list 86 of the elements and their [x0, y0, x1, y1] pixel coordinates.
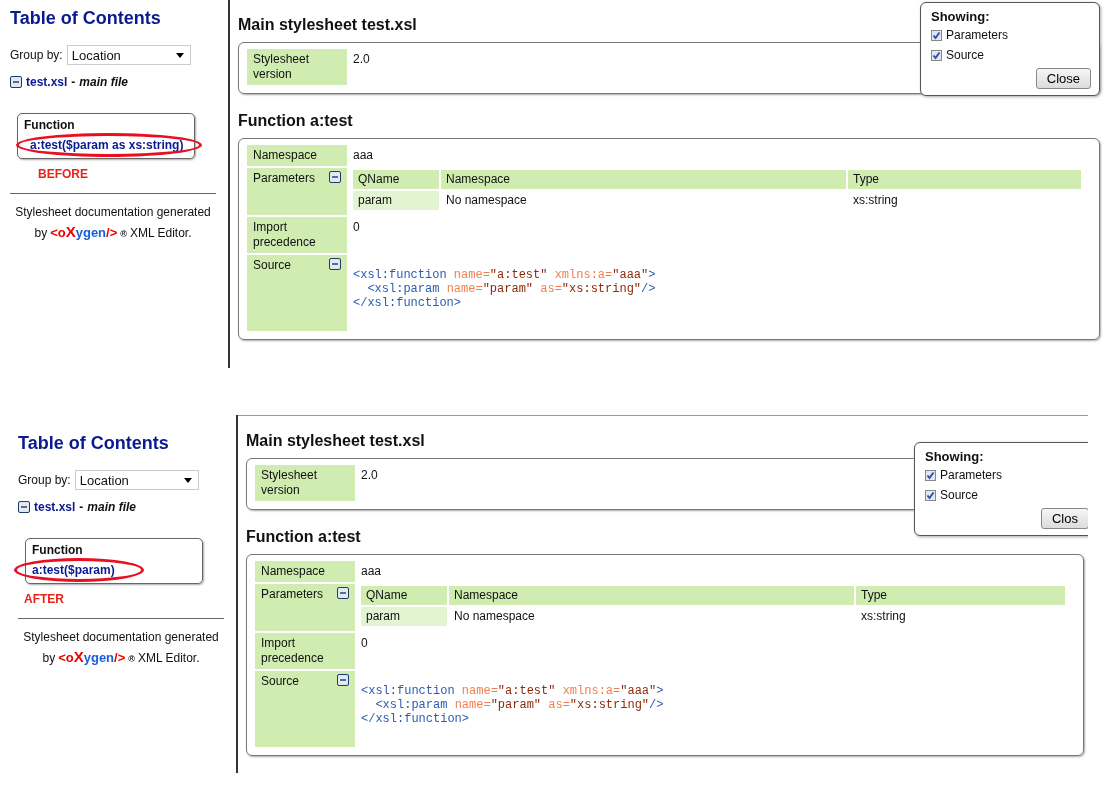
group-by-select[interactable]: Location [66, 45, 191, 65]
popup-title: Showing: [931, 9, 991, 24]
registered-mark: ® [128, 653, 135, 666]
code-line: <xsl:param name="param" as="xs:string"/> [374, 698, 665, 712]
table-cell-text: xs:string [852, 192, 899, 209]
footer-suffix: XML Editor. [137, 650, 200, 667]
close-button[interactable]: Close [1035, 68, 1091, 89]
file-link[interactable]: test.xsl [26, 75, 68, 89]
footer-by: by [42, 650, 56, 667]
property-label: Source [253, 258, 292, 273]
group-by-label: Group by: [10, 48, 63, 62]
caret-icon [183, 477, 192, 483]
table-cell-text: No namespace [453, 608, 536, 625]
property-label: Import precedence [247, 217, 347, 253]
logo[interactable]: <oXygen/> [50, 222, 118, 243]
checkbox-label[interactable]: Source [940, 488, 979, 502]
property-label: Namespace [255, 561, 355, 582]
code-line: <xsl:function name="a:test" xmlns:a="aaa"> [353, 268, 657, 282]
column-header: QName [361, 586, 447, 605]
column-header: Type [856, 586, 1065, 605]
property-label: Source [261, 674, 300, 689]
file-description: main file [87, 500, 137, 514]
checkbox[interactable] [931, 29, 942, 41]
property-label: Import precedence [255, 633, 355, 669]
property-value: 0 [353, 220, 360, 234]
file-link[interactable]: test.xsl [34, 500, 76, 514]
function-heading: Function a:test [246, 528, 362, 546]
registered-mark: ® [120, 228, 127, 241]
footer-suffix: XML Editor. [129, 225, 192, 242]
code-line: <xsl:param name="param" as="xs:string"/> [366, 282, 657, 296]
checkbox-label[interactable]: Parameters [946, 28, 1009, 42]
property-label: Stylesheet version [247, 49, 347, 85]
table-cell-text: xs:string [860, 608, 907, 625]
separator-dash: - [71, 75, 76, 89]
property-label: Parameters [253, 171, 316, 186]
property-label: Parameters [261, 587, 324, 602]
function-card-title: Function [32, 543, 84, 557]
property-value: aaa [361, 564, 382, 578]
property-value: aaa [353, 148, 374, 162]
footer-text: Stylesheet documentation generated [22, 629, 220, 646]
column-header: Type [848, 170, 1081, 189]
column-header: Namespace [441, 170, 846, 189]
close-button[interactable]: Clos [1041, 508, 1088, 529]
separator-dash: - [79, 500, 84, 514]
footer-text: Stylesheet documentation generated [14, 204, 212, 221]
function-heading: Function a:test [238, 112, 354, 130]
checkbox-label[interactable]: Source [946, 48, 985, 62]
code-line: </xsl:function> [361, 712, 471, 726]
property-value: 0 [361, 636, 368, 650]
property-value: 2.0 [353, 52, 370, 66]
checkbox-label[interactable]: Parameters [940, 468, 1003, 482]
table-cell-text: No namespace [445, 192, 528, 209]
file-description: main file [79, 75, 129, 89]
collapse-icon[interactable] [10, 76, 22, 88]
annotation-label: BEFORE [38, 167, 89, 181]
checkbox[interactable] [925, 489, 936, 501]
function-link[interactable]: a:test($param) [32, 563, 196, 577]
code-line: <xsl:function name="a:test" xmlns:a="aaa"> [361, 684, 665, 698]
function-card-title: Function [24, 118, 76, 132]
popup-title: Showing: [925, 449, 985, 464]
collapse-icon[interactable] [329, 258, 341, 270]
property-label: Namespace [247, 145, 347, 166]
checkbox[interactable] [925, 469, 936, 481]
column-header: QName [353, 170, 439, 189]
collapse-icon[interactable] [18, 501, 30, 513]
collapse-icon[interactable] [337, 674, 349, 686]
caret-icon [175, 52, 184, 58]
column-header: Namespace [449, 586, 854, 605]
group-by-label: Group by: [18, 473, 71, 487]
main-heading: Main stylesheet test.xsl [246, 432, 425, 449]
main-heading: Main stylesheet test.xsl [238, 16, 417, 33]
table-cell: param [353, 191, 439, 210]
toc-title: Table of Contents [10, 8, 162, 29]
property-label: Stylesheet version [255, 465, 355, 501]
footer-by: by [34, 225, 48, 242]
collapse-icon[interactable] [337, 587, 349, 599]
function-link[interactable]: a:test($param as xs:string) [24, 138, 188, 152]
checkbox[interactable] [931, 49, 942, 61]
toc-title: Table of Contents [18, 433, 170, 454]
group-by-select[interactable]: Location [74, 470, 199, 490]
code-line: </xsl:function> [353, 296, 463, 310]
table-cell: param [361, 607, 447, 626]
property-value: 2.0 [361, 468, 378, 482]
annotation-label: AFTER [24, 592, 65, 606]
logo[interactable]: <oXygen/> [58, 647, 126, 668]
collapse-icon[interactable] [329, 171, 341, 183]
